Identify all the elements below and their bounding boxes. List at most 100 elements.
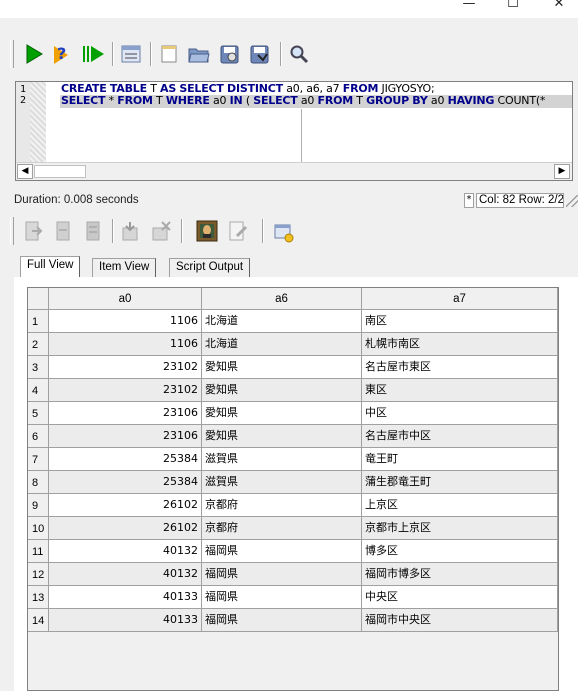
row-header[interactable]: 4: [28, 379, 49, 402]
step-run-icon[interactable]: [82, 43, 104, 65]
table-cell[interactable]: 40133: [49, 609, 202, 632]
row-header[interactable]: 5: [28, 402, 49, 425]
close-button[interactable]: ✕: [544, 0, 574, 15]
column-header-a7[interactable]: a7: [362, 288, 558, 310]
editor-horizontal-scrollbar[interactable]: ◀ ▶: [16, 162, 572, 180]
table-cell[interactable]: 愛知県: [202, 402, 362, 425]
column-header-a0[interactable]: a0: [49, 288, 202, 310]
sql-editor[interactable]: 1 2 CREATE TABLE T AS SELECT DISTINCT a0…: [15, 81, 573, 181]
row-header[interactable]: 6: [28, 425, 49, 448]
table-cell[interactable]: 26102: [49, 517, 202, 540]
tab-full-view[interactable]: Full View: [20, 256, 81, 278]
row-header[interactable]: 7: [28, 448, 49, 471]
grid-corner[interactable]: [28, 288, 49, 310]
main-toolbar: ?: [0, 36, 578, 72]
toolbar-grip[interactable]: [10, 40, 14, 68]
row-header[interactable]: 14: [28, 609, 49, 632]
run-help-icon[interactable]: ?: [52, 43, 74, 65]
row-header[interactable]: 10: [28, 517, 49, 540]
row-header[interactable]: 13: [28, 586, 49, 609]
grid-options-icon[interactable]: [120, 220, 142, 242]
query-builder-icon[interactable]: [273, 222, 295, 244]
table-cell[interactable]: 福岡県: [202, 586, 362, 609]
toolbar-separator: [280, 42, 282, 66]
table-cell[interactable]: 京都府: [202, 517, 362, 540]
table-cell[interactable]: 名古屋市中区: [362, 425, 558, 448]
sql-text: a0: [209, 94, 230, 107]
rollback-icon[interactable]: [82, 220, 104, 242]
results-grid-icon[interactable]: [120, 43, 142, 65]
column-header-a6[interactable]: a6: [202, 288, 362, 310]
table-cell[interactable]: 40132: [49, 563, 202, 586]
table-cell[interactable]: 北海道: [202, 333, 362, 356]
table-cell[interactable]: 竜王町: [362, 448, 558, 471]
table-cell[interactable]: 25384: [49, 471, 202, 494]
line-number: 2: [20, 95, 27, 106]
table-cell[interactable]: 南区: [362, 310, 558, 333]
table-cell[interactable]: 愛知県: [202, 379, 362, 402]
sql-line-2[interactable]: SELECT * FROM T WHERE a0 IN ( SELECT a0 …: [61, 95, 545, 107]
row-header[interactable]: 1: [28, 310, 49, 333]
title-bar: — ☐ ✕: [0, 0, 578, 18]
table-cell[interactable]: 福岡県: [202, 563, 362, 586]
row-header[interactable]: 9: [28, 494, 49, 517]
table-cell[interactable]: 京都府: [202, 494, 362, 517]
table-cell[interactable]: 滋賀県: [202, 448, 362, 471]
table-cell[interactable]: 23106: [49, 402, 202, 425]
open-folder-icon[interactable]: [188, 43, 210, 65]
run-icon[interactable]: [23, 43, 45, 65]
maximize-button[interactable]: ☐: [498, 0, 528, 15]
table-cell[interactable]: 26102: [49, 494, 202, 517]
table-cell[interactable]: 北海道: [202, 310, 362, 333]
table-cell[interactable]: 40132: [49, 540, 202, 563]
delete-icon[interactable]: [150, 220, 172, 242]
scroll-left-icon[interactable]: ◀: [17, 164, 33, 179]
find-icon[interactable]: [288, 43, 310, 65]
sql-keyword: IN: [229, 94, 243, 107]
row-header[interactable]: 3: [28, 356, 49, 379]
table-cell[interactable]: 福岡県: [202, 540, 362, 563]
table-cell[interactable]: 福岡市博多区: [362, 563, 558, 586]
row-header[interactable]: 8: [28, 471, 49, 494]
table-cell[interactable]: 23102: [49, 379, 202, 402]
save-icon[interactable]: [219, 43, 241, 65]
image-icon[interactable]: [196, 220, 218, 242]
table-cell[interactable]: 名古屋市東区: [362, 356, 558, 379]
size-grip-icon[interactable]: [566, 195, 578, 207]
table-cell[interactable]: 福岡市中央区: [362, 609, 558, 632]
table-cell[interactable]: 1106: [49, 310, 202, 333]
scroll-thumb[interactable]: [34, 165, 86, 178]
row-header[interactable]: 11: [28, 540, 49, 563]
table-cell[interactable]: 福岡県: [202, 609, 362, 632]
commit-icon[interactable]: [52, 220, 74, 242]
table-cell[interactable]: 京都市上京区: [362, 517, 558, 540]
table-cell[interactable]: 札幌市南区: [362, 333, 558, 356]
results-grid[interactable]: a0 a6 a7 1 1106 北海道 南区 2 1106 北海道 札幌市南区 3 23102 愛知県 名古…: [27, 287, 559, 691]
table-cell[interactable]: 25384: [49, 448, 202, 471]
export-icon[interactable]: [22, 220, 44, 242]
table-cell[interactable]: 40133: [49, 586, 202, 609]
scroll-right-icon[interactable]: ▶: [554, 164, 570, 179]
tab-script-output[interactable]: Script Output: [169, 258, 251, 277]
minimize-button[interactable]: —: [454, 0, 484, 15]
row-header[interactable]: 12: [28, 563, 49, 586]
table-cell[interactable]: 上京区: [362, 494, 558, 517]
table-cell[interactable]: 愛知県: [202, 425, 362, 448]
table-cell[interactable]: 東区: [362, 379, 558, 402]
table-cell[interactable]: 1106: [49, 333, 202, 356]
save-as-icon[interactable]: [249, 43, 271, 65]
table-cell[interactable]: 中央区: [362, 586, 558, 609]
table-cell[interactable]: 博多区: [362, 540, 558, 563]
new-file-icon[interactable]: [158, 43, 180, 65]
tab-item-view[interactable]: Item View: [92, 258, 157, 277]
modified-indicator: *: [464, 193, 474, 208]
table-cell[interactable]: 中区: [362, 402, 558, 425]
table-cell[interactable]: 愛知県: [202, 356, 362, 379]
row-header[interactable]: 2: [28, 333, 49, 356]
table-cell[interactable]: 23106: [49, 425, 202, 448]
table-cell[interactable]: 23102: [49, 356, 202, 379]
table-cell[interactable]: 蒲生郡竜王町: [362, 471, 558, 494]
toolbar-grip[interactable]: [10, 217, 14, 245]
table-cell[interactable]: 滋賀県: [202, 471, 362, 494]
edit-icon[interactable]: [227, 220, 249, 242]
